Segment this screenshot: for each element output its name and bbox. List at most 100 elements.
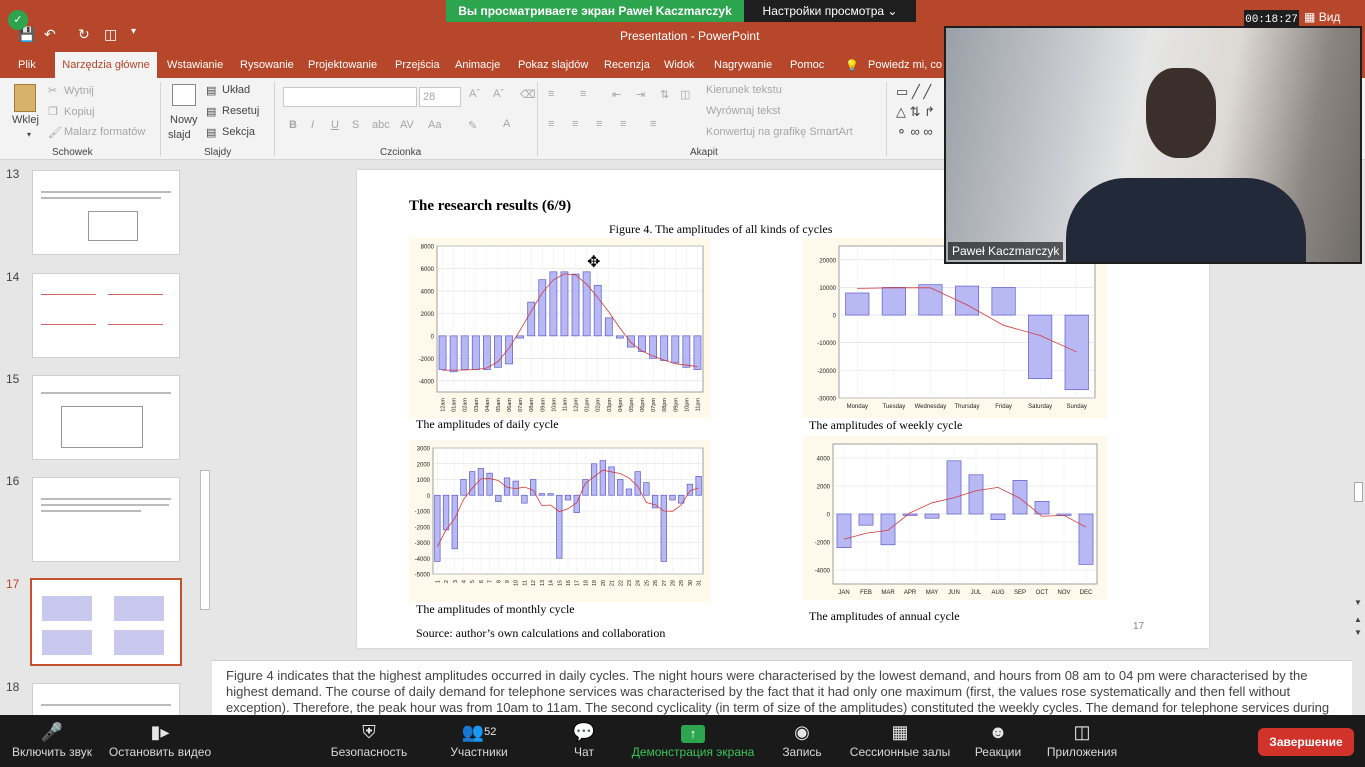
bar bbox=[693, 335, 702, 370]
reset-button[interactable]: Resetuj bbox=[222, 105, 259, 117]
annual-caption: The amplitudes of annual cycle bbox=[809, 609, 960, 623]
tab-insert[interactable]: Wstawianie bbox=[167, 59, 223, 71]
y-tick-label: -20000 bbox=[817, 369, 836, 375]
bar bbox=[881, 287, 906, 316]
slide-thumbnail-15[interactable] bbox=[32, 375, 180, 460]
tab-design[interactable]: Projektowanie bbox=[308, 59, 377, 71]
speaker-notes[interactable]: Figure 4 indicates that the highest ampl… bbox=[212, 660, 1352, 715]
x-tick-label: 02am bbox=[463, 398, 469, 412]
grow-font-icon[interactable]: Aˆ bbox=[469, 88, 480, 100]
tab-draw[interactable]: Rysowanie bbox=[240, 59, 294, 71]
slide-thumbnail-13[interactable] bbox=[32, 170, 180, 255]
distribute-icon[interactable]: ≡ bbox=[650, 118, 656, 130]
present-icon[interactable]: ◫ bbox=[104, 26, 117, 43]
zoom-security-shield-icon[interactable]: ✓ bbox=[8, 10, 28, 30]
font-color-icon[interactable]: A bbox=[503, 118, 510, 130]
align-right-icon[interactable]: ≡ bbox=[596, 118, 602, 130]
paste-dropdown-icon[interactable]: ▾ bbox=[27, 130, 31, 139]
bold-icon[interactable]: B bbox=[289, 119, 297, 131]
decrease-indent-icon[interactable]: ⇤ bbox=[612, 88, 621, 101]
y-tick-label: -2000 bbox=[415, 525, 431, 531]
tell-me-search[interactable]: Powiedz mi, co c bbox=[868, 59, 951, 71]
tab-home[interactable]: Narzędzia główne bbox=[55, 52, 157, 78]
shapes-gallery-icon[interactable]: ▭ ╱ ╱ bbox=[896, 84, 931, 100]
thumbnail-scrollbar[interactable] bbox=[200, 165, 210, 715]
italic-icon[interactable]: I bbox=[311, 119, 314, 131]
security-button[interactable]: ⛨ Безопасность bbox=[324, 715, 414, 767]
paste-icon[interactable] bbox=[14, 84, 36, 112]
view-settings-label: Настройки просмотра bbox=[762, 4, 885, 18]
align-text-button[interactable]: Wyrównaj tekst bbox=[706, 105, 780, 117]
layout-button[interactable]: Układ bbox=[222, 84, 250, 96]
customize-icon[interactable]: ▾ bbox=[131, 26, 136, 37]
tab-file[interactable]: Plik bbox=[18, 59, 36, 71]
y-tick-label: -1000 bbox=[415, 510, 431, 516]
increase-indent-icon[interactable]: ⇥ bbox=[636, 88, 645, 101]
view-button[interactable]: ▦ Вид bbox=[1304, 10, 1340, 24]
bullets-icon[interactable]: ≡ bbox=[548, 88, 554, 100]
share-screen-button[interactable]: ↑ Демонстрация экрана bbox=[628, 715, 758, 767]
tab-review[interactable]: Recenzja bbox=[604, 59, 650, 71]
shapes-gallery-icon[interactable]: △ ⇅ ↱ bbox=[896, 104, 935, 120]
reactions-button[interactable]: ☻ Реакции bbox=[970, 715, 1026, 767]
align-center-icon[interactable]: ≡ bbox=[572, 118, 578, 130]
participants-button[interactable]: 👥52 Участники bbox=[442, 715, 516, 767]
undo-icon[interactable]: ↶ bbox=[44, 26, 56, 43]
numbering-icon[interactable]: ≡ bbox=[580, 88, 586, 100]
change-case-icon[interactable]: Aa bbox=[428, 119, 441, 131]
font-size-input[interactable]: 28 bbox=[419, 87, 461, 107]
prev-slide-icon[interactable]: ▲ bbox=[1354, 615, 1362, 624]
tab-animations[interactable]: Animacje bbox=[455, 59, 500, 71]
tab-view[interactable]: Widok bbox=[664, 59, 695, 71]
new-slide-icon[interactable] bbox=[172, 84, 196, 106]
cut-icon[interactable]: ✂ bbox=[48, 84, 57, 97]
tab-transitions[interactable]: Przejścia bbox=[395, 59, 440, 71]
underline-icon[interactable]: U bbox=[331, 119, 339, 131]
chat-button[interactable]: 💬 Чат bbox=[560, 715, 608, 767]
justify-icon[interactable]: ≡ bbox=[620, 118, 626, 130]
x-tick-label: 7 bbox=[488, 580, 494, 583]
smartart-button[interactable]: Konwertuj na grafikę SmartArt bbox=[706, 126, 853, 138]
copy-icon[interactable]: ❐ bbox=[48, 105, 58, 118]
x-tick-label: 13 bbox=[540, 580, 546, 586]
clear-format-icon[interactable]: ⌫ bbox=[520, 88, 536, 101]
y-tick-label: -3000 bbox=[415, 541, 431, 547]
shrink-font-icon[interactable]: Aˇ bbox=[493, 88, 504, 100]
font-name-input[interactable] bbox=[283, 87, 417, 107]
divider bbox=[886, 82, 887, 156]
line-spacing-icon[interactable]: ⇅ bbox=[660, 88, 669, 101]
format-painter-button[interactable]: Malarz formatów bbox=[64, 126, 145, 138]
slide-thumbnail-14[interactable] bbox=[32, 273, 180, 358]
paste-button[interactable]: Wklej bbox=[12, 114, 39, 126]
section-button[interactable]: Sekcja bbox=[222, 126, 255, 138]
scroll-down-icon[interactable]: ▼ bbox=[1354, 598, 1362, 607]
next-slide-icon[interactable]: ▼ bbox=[1354, 628, 1362, 637]
video-button[interactable]: ▮▸ Остановить видео bbox=[104, 715, 216, 767]
tab-slideshow[interactable]: Pokaz slajdów bbox=[518, 59, 588, 71]
format-painter-icon[interactable]: 🖌 bbox=[48, 126, 62, 139]
shapes-gallery-icon[interactable]: ⚬ ∞ ∞ bbox=[896, 124, 933, 140]
mute-button[interactable]: 🎤 Включить звук bbox=[0, 715, 104, 767]
shadow-icon[interactable]: S bbox=[352, 119, 359, 131]
apps-button[interactable]: ◫ Приложения bbox=[1042, 715, 1122, 767]
end-meeting-button[interactable]: Завершение bbox=[1258, 728, 1354, 756]
highlight-icon[interactable]: ✎ bbox=[468, 119, 477, 132]
strikethrough-icon[interactable]: abc bbox=[372, 119, 390, 131]
new-slide-label[interactable]: slajd bbox=[168, 129, 191, 141]
new-slide-button[interactable]: Nowy bbox=[170, 114, 198, 126]
x-tick-label: AUG bbox=[991, 590, 1004, 596]
cut-button[interactable]: Wytnij bbox=[64, 85, 94, 97]
slide-thumbnail-16[interactable] bbox=[32, 477, 180, 562]
redo-icon[interactable]: ↻ bbox=[78, 26, 90, 43]
columns-icon[interactable]: ◫ bbox=[680, 88, 690, 101]
breakout-rooms-button[interactable]: ▦ Сессионные залы bbox=[846, 715, 954, 767]
slide-thumbnail-17-selected[interactable] bbox=[30, 578, 182, 666]
align-left-icon[interactable]: ≡ bbox=[548, 118, 554, 130]
char-spacing-icon[interactable]: AV bbox=[400, 119, 414, 131]
tab-help[interactable]: Pomoc bbox=[790, 59, 824, 71]
view-settings-button[interactable]: Настройки просмотра ⌄ bbox=[744, 0, 916, 22]
record-button[interactable]: ◉ Запись bbox=[778, 715, 826, 767]
copy-button[interactable]: Kopiuj bbox=[64, 106, 95, 118]
tab-recording[interactable]: Nagrywanie bbox=[714, 59, 772, 71]
text-direction-button[interactable]: Kierunek tekstu bbox=[706, 84, 782, 96]
